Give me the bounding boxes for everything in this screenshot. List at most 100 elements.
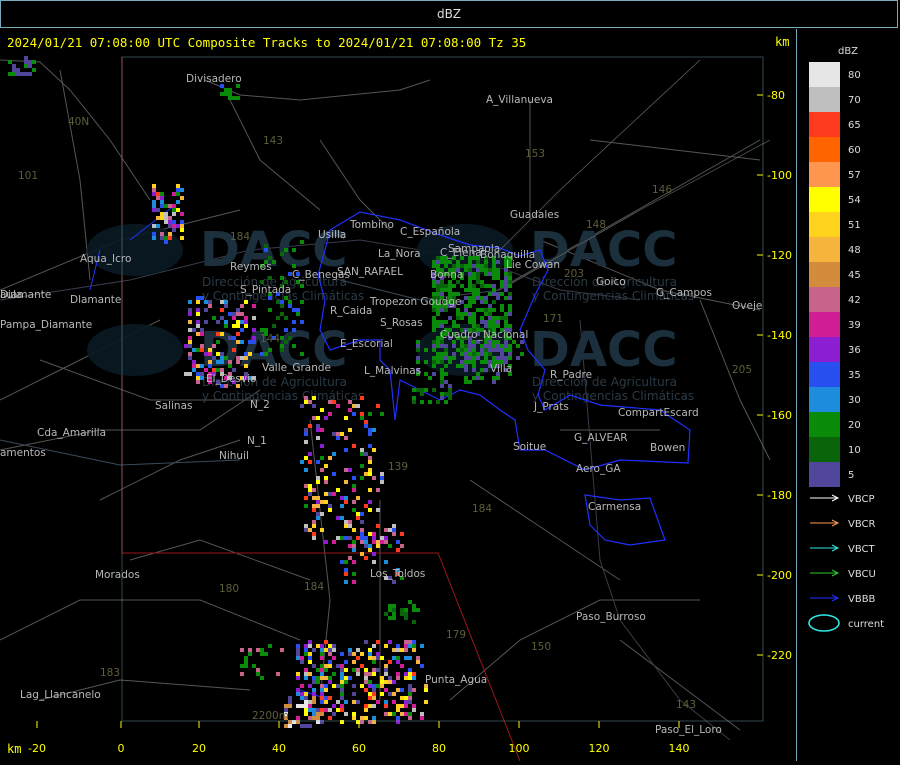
- echo-cell: [464, 308, 468, 312]
- echo-cell: [400, 712, 404, 716]
- echo-cell: [304, 668, 308, 672]
- echo-cell: [460, 264, 464, 268]
- echo-cell: [384, 668, 388, 672]
- elevation-label: 184: [230, 231, 250, 243]
- legend-swatch: [809, 362, 840, 387]
- echo-cell: [440, 368, 444, 372]
- echo-cell: [476, 272, 480, 276]
- echo-cell: [356, 648, 360, 652]
- echo-cell: [220, 92, 224, 96]
- echo-cell: [380, 676, 384, 680]
- echo-cell: [248, 648, 252, 652]
- echo-cell: [308, 716, 312, 720]
- echo-cell: [340, 432, 344, 436]
- echo-cell: [216, 360, 220, 364]
- map-panel[interactable]: DACC Dirección de Agricultura y Contingenc…: [0, 29, 797, 762]
- echo-cell: [344, 524, 348, 528]
- echo-cell: [160, 212, 164, 216]
- echo-cell: [280, 300, 284, 304]
- echo-cell: [232, 316, 236, 320]
- echo-cell: [480, 348, 484, 352]
- elevation-label: 2200m: [252, 710, 289, 722]
- echo-cell: [348, 652, 352, 656]
- echo-cell: [396, 648, 400, 652]
- echo-cell: [440, 380, 444, 384]
- echo-cell: [320, 684, 324, 688]
- echo-cell: [312, 404, 316, 408]
- echo-cell: [476, 376, 480, 380]
- echo-cell: [220, 360, 224, 364]
- echo-cell: [332, 684, 336, 688]
- track-legend-label: VBCP: [848, 494, 875, 505]
- echo-cell: [236, 96, 240, 100]
- legend-value-label: 80: [848, 70, 861, 81]
- echo-cell: [480, 300, 484, 304]
- echo-cell: [364, 640, 368, 644]
- echo-cell: [268, 348, 272, 352]
- echo-cell: [332, 492, 336, 496]
- echo-cell: [320, 444, 324, 448]
- echo-cell: [184, 372, 188, 376]
- echo-cell: [188, 328, 192, 332]
- echo-cell: [504, 272, 508, 276]
- echo-cell: [156, 192, 160, 196]
- echo-cell: [284, 704, 288, 708]
- echo-cell: [228, 312, 232, 316]
- echo-cell: [304, 644, 308, 648]
- place-label: S_Pintada: [240, 284, 291, 296]
- echo-cell: [344, 496, 348, 500]
- place-label: Valle_Grande: [262, 362, 331, 374]
- echo-cell: [364, 708, 368, 712]
- echo-cell: [480, 352, 484, 356]
- echo-cell: [344, 500, 348, 504]
- echo-cell: [496, 324, 500, 328]
- echo-cell: [508, 276, 512, 280]
- x-tick-label: 60: [352, 742, 366, 755]
- echo-cell: [464, 356, 468, 360]
- echo-cell: [312, 504, 316, 508]
- echo-cell: [248, 340, 252, 344]
- echo-cell: [20, 72, 24, 76]
- echo-cell: [296, 716, 300, 720]
- echo-cell: [484, 360, 488, 364]
- echo-cell: [236, 360, 240, 364]
- legend-swatch: [809, 187, 840, 212]
- echo-cell: [504, 320, 508, 324]
- radar-map[interactable]: DACCDirección de Agriculturay Contingenc…: [0, 29, 797, 762]
- echo-cell: [504, 276, 508, 280]
- echo-cell: [388, 528, 392, 532]
- echo-cell: [348, 468, 352, 472]
- echo-cell: [292, 344, 296, 348]
- echo-cell: [476, 296, 480, 300]
- echo-cell: [156, 216, 160, 220]
- echo-cell: [368, 488, 372, 492]
- echo-cell: [336, 516, 340, 520]
- echo-cell: [452, 344, 456, 348]
- y-tick-label: -140: [767, 329, 792, 342]
- echo-cell: [464, 348, 468, 352]
- echo-cell: [352, 580, 356, 584]
- echo-cell: [208, 304, 212, 308]
- echo-cell: [180, 188, 184, 192]
- echo-cell: [480, 360, 484, 364]
- echo-cell: [396, 548, 400, 552]
- echo-cell: [360, 552, 364, 556]
- echo-cell: [296, 720, 300, 724]
- echo-cell: [356, 404, 360, 408]
- echo-cell: [32, 68, 36, 72]
- echo-cell: [220, 308, 224, 312]
- place-label: Bowen: [650, 442, 685, 454]
- echo-cell: [24, 60, 28, 64]
- echo-cell: [300, 704, 304, 708]
- echo-cell: [372, 476, 376, 480]
- echo-cell: [220, 356, 224, 360]
- echo-cell: [412, 400, 416, 404]
- echo-cell: [176, 188, 180, 192]
- echo-cell: [496, 316, 500, 320]
- echo-cell: [352, 652, 356, 656]
- echo-cell: [440, 352, 444, 356]
- echo-cell: [284, 340, 288, 344]
- legend-swatch: [809, 312, 840, 337]
- echo-cell: [284, 296, 288, 300]
- legend-swatch: [809, 287, 840, 312]
